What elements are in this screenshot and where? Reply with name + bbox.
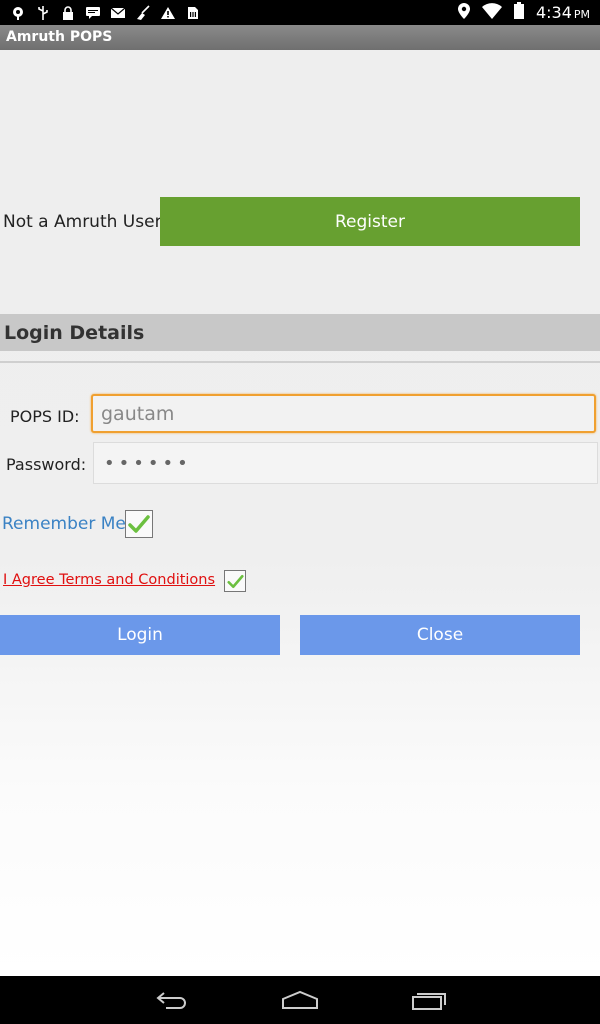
system-icons: 4:34 PM xyxy=(457,2,590,23)
clock-ampm: PM xyxy=(573,8,590,21)
sim-icon xyxy=(185,5,201,21)
pops-id-label: POPS ID: xyxy=(10,407,80,426)
location-notify-icon xyxy=(10,5,26,21)
location-icon xyxy=(457,2,470,23)
pops-id-input[interactable]: gautam xyxy=(91,394,596,433)
chat-icon xyxy=(85,5,101,21)
warning-icon xyxy=(160,5,176,21)
navigation-bar xyxy=(0,976,600,1024)
app-title-bar: Amruth POPS xyxy=(0,25,600,50)
clock-time: 4:34 xyxy=(535,3,572,22)
password-input[interactable]: •••••• xyxy=(93,442,598,484)
remember-me-label[interactable]: Remember Me xyxy=(2,514,126,534)
login-button[interactable]: Login xyxy=(0,615,280,655)
usb-icon xyxy=(35,5,51,21)
status-clock: 4:34 PM xyxy=(536,3,590,22)
password-label: Password: xyxy=(6,455,87,474)
terms-checkbox[interactable] xyxy=(224,570,246,592)
checkmark-icon xyxy=(128,515,150,533)
lock-icon xyxy=(60,5,76,21)
battery-icon xyxy=(513,2,524,23)
mail-icon xyxy=(110,5,126,21)
recent-apps-icon[interactable] xyxy=(409,988,449,1012)
notification-icons xyxy=(10,4,201,21)
section-title: Login Details xyxy=(4,322,145,344)
close-button[interactable]: Close xyxy=(300,615,580,655)
app-title: Amruth POPS xyxy=(6,29,113,45)
screen: 4:34 PM Amruth POPS Not a Amruth User? Re… xyxy=(0,0,600,1024)
not-user-prompt: Not a Amruth User? xyxy=(3,212,171,232)
broom-icon xyxy=(135,4,151,21)
home-icon[interactable] xyxy=(280,988,320,1012)
status-bar: 4:34 PM xyxy=(0,0,600,25)
terms-link[interactable]: I Agree Terms and Conditions xyxy=(3,572,215,588)
section-divider xyxy=(0,361,600,363)
checkmark-icon xyxy=(226,574,244,588)
wifi-icon xyxy=(481,2,502,23)
back-icon[interactable] xyxy=(152,988,192,1012)
login-details-header: Login Details xyxy=(0,314,600,351)
remember-me-checkbox[interactable] xyxy=(125,510,153,538)
register-button[interactable]: Register xyxy=(160,197,580,246)
login-screen: Not a Amruth User? Register Login Detail… xyxy=(0,50,600,976)
